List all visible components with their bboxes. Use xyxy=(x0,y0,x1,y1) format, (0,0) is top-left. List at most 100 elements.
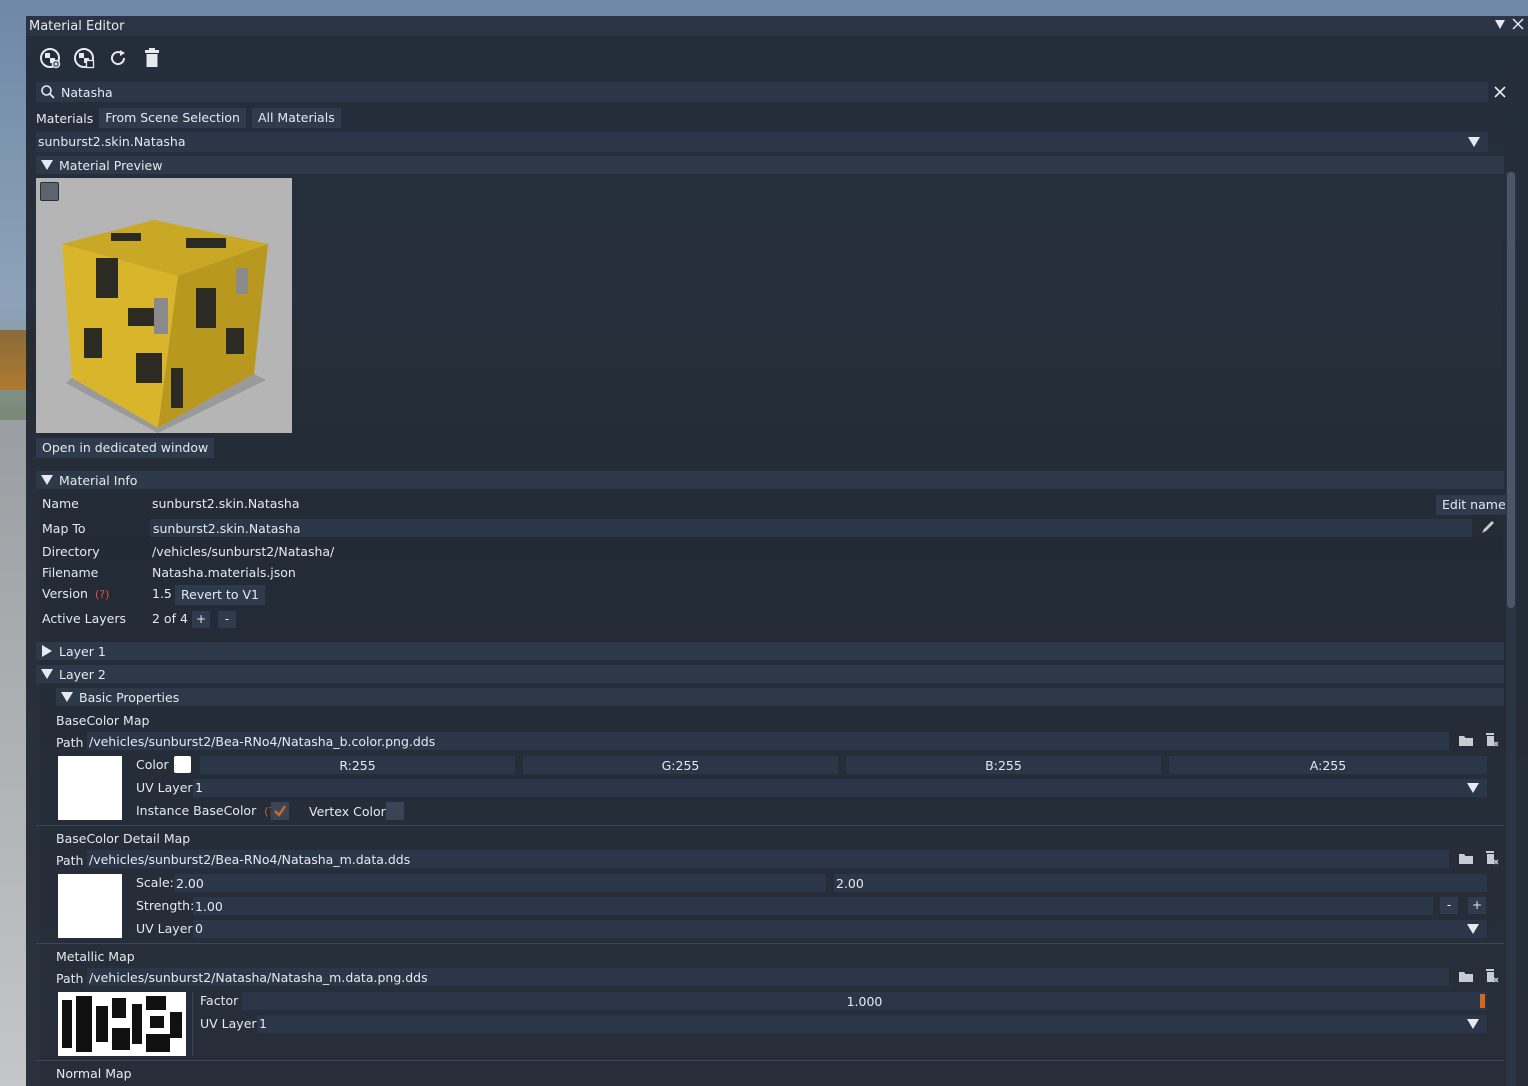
vertex-color-label: Vertex Color xyxy=(309,804,386,819)
pencil-icon[interactable] xyxy=(1480,519,1496,535)
window-title: Material Editor xyxy=(29,18,125,34)
color-a-value: A:255 xyxy=(1309,758,1347,773)
material-select-value: sunburst2.skin.Natasha xyxy=(38,134,186,149)
layer-2-title: Layer 2 xyxy=(59,667,106,682)
strength-decrease-button[interactable]: - xyxy=(1440,897,1458,914)
expanded-arrow-icon xyxy=(41,475,53,485)
basecolor-path-label: Path xyxy=(56,735,84,750)
scale-y-value: 2.00 xyxy=(836,876,864,891)
clear-texture-icon[interactable] xyxy=(1483,850,1499,866)
folder-icon[interactable] xyxy=(1458,733,1474,747)
map-to-value: sunburst2.skin.Natasha xyxy=(153,521,301,536)
name-label: Name xyxy=(42,496,79,511)
clear-search-icon[interactable] xyxy=(1492,84,1508,100)
material-info-header[interactable]: Material Info xyxy=(36,471,1504,489)
preview-toggle-checkbox[interactable] xyxy=(40,182,59,201)
detail-uv-label: UV Layer xyxy=(136,921,193,936)
checker-sphere-copy-icon xyxy=(74,48,95,69)
remove-layer-button[interactable]: - xyxy=(218,611,236,628)
scale-x-field[interactable]: 2.00 xyxy=(174,874,826,892)
new-material-button[interactable] xyxy=(38,46,62,70)
scale-x-value: 2.00 xyxy=(176,876,204,891)
color-swatch[interactable] xyxy=(174,756,191,773)
factor-value: 1.000 xyxy=(846,994,883,1009)
search-input[interactable]: Natasha xyxy=(36,82,1488,102)
color-label: Color xyxy=(136,757,169,772)
metallic-uv-select[interactable]: 1 xyxy=(257,1015,1487,1033)
strength-increase-button[interactable]: + xyxy=(1468,897,1486,914)
directory-value: /vehicles/sunburst2/Natasha/ xyxy=(152,544,335,559)
material-info-title: Material Info xyxy=(59,473,138,488)
expanded-arrow-icon xyxy=(61,692,73,702)
vertex-color-checkbox[interactable] xyxy=(386,802,404,820)
clear-texture-icon[interactable] xyxy=(1483,732,1499,748)
detail-map-title: BaseColor Detail Map xyxy=(56,831,191,846)
scrollbar-thumb[interactable] xyxy=(1507,172,1515,608)
checker-sphere-icon xyxy=(40,48,61,69)
scrollbar[interactable] xyxy=(1506,172,1516,1086)
color-a-field[interactable]: A:255 xyxy=(1169,756,1487,774)
active-layers-label: Active Layers xyxy=(42,611,127,626)
search-row: Natasha xyxy=(36,82,1516,102)
edit-name-button[interactable]: Edit name xyxy=(1436,495,1512,515)
close-icon[interactable] xyxy=(1512,18,1524,30)
layer-1-title: Layer 1 xyxy=(59,644,106,659)
detail-uv-select[interactable]: 0 xyxy=(193,920,1487,938)
metallic-map-title: Metallic Map xyxy=(56,949,135,964)
folder-icon[interactable] xyxy=(1458,969,1474,983)
reload-button[interactable] xyxy=(106,46,130,70)
toolbar xyxy=(38,46,164,70)
add-layer-button[interactable]: + xyxy=(192,611,210,628)
material-preview-image[interactable] xyxy=(36,178,292,433)
basecolor-uv-select[interactable]: 1 xyxy=(193,779,1487,797)
basecolor-path-field[interactable]: /vehicles/sunburst2/Bea-RNo4/Natasha_b.c… xyxy=(87,732,1449,750)
detail-path-label: Path xyxy=(56,853,84,868)
chevron-down-icon xyxy=(1467,1019,1479,1029)
detail-thumbnail[interactable] xyxy=(58,874,122,938)
collapse-icon[interactable] xyxy=(1494,18,1506,30)
color-b-field[interactable]: B:255 xyxy=(846,756,1161,774)
strength-field[interactable]: 1.00 xyxy=(193,897,1433,915)
duplicate-material-button[interactable] xyxy=(72,46,96,70)
clear-texture-icon[interactable] xyxy=(1483,968,1499,984)
revert-to-v1-button[interactable]: Revert to V1 xyxy=(175,585,265,605)
search-value: Natasha xyxy=(61,85,113,100)
detail-path-field[interactable]: /vehicles/sunburst2/Bea-RNo4/Natasha_m.d… xyxy=(87,850,1449,868)
color-g-field[interactable]: G:255 xyxy=(523,756,838,774)
checkmark-icon xyxy=(274,805,286,817)
name-value: sunburst2.skin.Natasha xyxy=(152,496,300,511)
delete-button[interactable] xyxy=(140,46,164,70)
window-titlebar[interactable]: Material Editor xyxy=(26,16,1528,36)
from-scene-selection-button[interactable]: From Scene Selection xyxy=(99,108,246,128)
metallic-path-label: Path xyxy=(56,971,84,986)
map-to-field[interactable]: sunburst2.skin.Natasha xyxy=(150,519,1472,537)
version-label: Version (?) xyxy=(42,586,109,601)
metallic-thumbnail[interactable] xyxy=(58,992,186,1056)
divider xyxy=(36,825,1504,826)
divider xyxy=(36,1060,1504,1061)
material-preview-header[interactable]: Material Preview xyxy=(36,156,1504,174)
scale-y-field[interactable]: 2.00 xyxy=(834,874,1487,892)
materials-label: Materials xyxy=(36,110,94,126)
scale-label: Scale: xyxy=(136,875,174,890)
folder-icon[interactable] xyxy=(1458,851,1474,865)
version-help-icon[interactable]: (?) xyxy=(95,588,109,601)
all-materials-button[interactable]: All Materials xyxy=(251,108,341,128)
instance-basecolor-checkbox[interactable] xyxy=(271,802,289,820)
strength-label: Strength: xyxy=(136,898,195,913)
factor-slider[interactable]: 1.000 xyxy=(242,992,1487,1010)
layer-2-header[interactable]: Layer 2 xyxy=(36,665,1504,683)
trash-icon xyxy=(145,48,159,67)
metallic-uv-value: 1 xyxy=(259,1016,267,1031)
layer-1-header[interactable]: Layer 1 xyxy=(36,642,1504,660)
color-r-field[interactable]: R:255 xyxy=(200,756,515,774)
metallic-path-field[interactable]: /vehicles/sunburst2/Natasha/Natasha_m.da… xyxy=(87,968,1449,986)
basecolor-thumbnail[interactable] xyxy=(58,756,122,820)
basecolor-uv-value: 1 xyxy=(195,780,203,795)
factor-slider-handle[interactable] xyxy=(1480,994,1485,1008)
factor-label: Factor xyxy=(200,993,239,1008)
material-select[interactable]: sunburst2.skin.Natasha xyxy=(36,132,1488,152)
open-in-dedicated-window-button[interactable]: Open in dedicated window xyxy=(36,438,215,458)
basecolor-map-title: BaseColor Map xyxy=(56,713,150,728)
basic-properties-header[interactable]: Basic Properties xyxy=(56,688,1504,706)
